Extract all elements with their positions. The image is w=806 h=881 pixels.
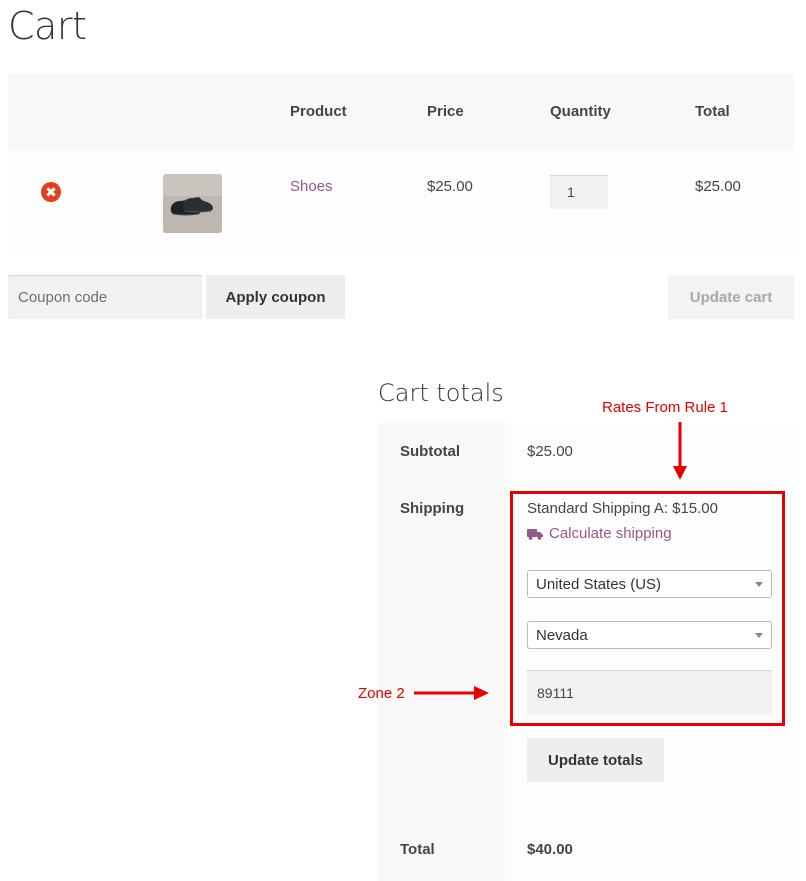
table-row [8,149,794,256]
shipping-label: Shipping [400,500,465,517]
coupon-code-input[interactable] [8,275,202,319]
item-total: $25.00 [695,178,741,195]
subtotal-value: $25.00 [527,443,573,460]
total-label: Total [400,841,435,858]
header-total: Total [695,103,730,120]
arrow-right-icon [414,686,489,700]
header-price: Price [427,103,464,120]
apply-coupon-button[interactable]: Apply coupon [206,275,345,319]
annotation-highlight-box [510,491,785,726]
arrow-down-icon [673,422,687,480]
cart-table-header [8,74,794,149]
header-quantity: Quantity [550,103,611,120]
subtotal-label: Subtotal [400,443,460,460]
annotation-rates-label: Rates From Rule 1 [602,399,728,416]
shoes-thumbnail[interactable] [163,174,222,233]
update-totals-button[interactable]: Update totals [527,738,664,782]
shoes-image-icon [163,174,222,233]
total-value: $40.00 [527,841,573,858]
update-cart-button[interactable]: Update cart [668,275,794,319]
header-product: Product [290,103,347,120]
quantity-input[interactable] [550,175,608,209]
remove-item-icon[interactable]: ✖ [41,182,61,202]
totals-label-column [378,423,505,881]
cart-totals-title: Cart totals [378,379,504,407]
annotation-zone-label: Zone 2 [358,685,405,702]
item-price: $25.00 [427,178,473,195]
page-title: Cart [8,4,87,48]
product-link[interactable]: Shoes [290,178,333,195]
